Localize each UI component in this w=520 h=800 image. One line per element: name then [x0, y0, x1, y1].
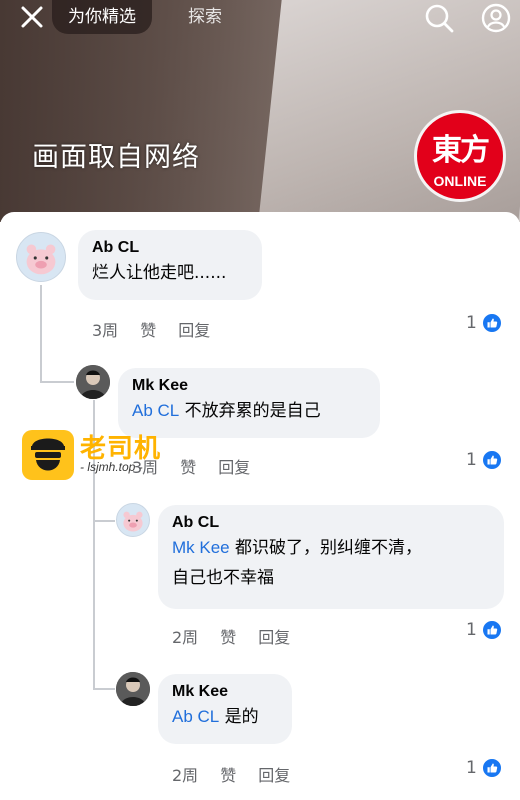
mention-link[interactable]: Ab CL [132, 401, 179, 420]
comment-meta: 2周 赞 回复 [172, 624, 312, 648]
reaction-number: 1 [466, 450, 477, 470]
reply-button[interactable]: 回复 [258, 766, 290, 785]
reaction-count[interactable]: 1 [466, 449, 503, 471]
comment-body: 不放弃累的是自己 [184, 401, 321, 421]
like-button[interactable]: 赞 [220, 766, 236, 785]
thumbs-up-icon [480, 449, 503, 471]
logo-chinese-text: 東方 [432, 133, 490, 168]
reply-button[interactable]: 回复 [178, 321, 210, 340]
comment-bubble[interactable]: Mk Kee Ab CL 是的 [158, 674, 292, 744]
video-preview[interactable]: 为你精选 探索 画面取自网络 東方 ONLINE [0, 0, 520, 222]
comment-time: 3周 [92, 321, 119, 340]
reaction-number: 1 [466, 620, 477, 640]
comment-text: Ab CL 是的 [172, 702, 278, 732]
thread-line-main-curve [40, 381, 74, 383]
comment-text-line2: 自己也不幸福 [172, 568, 274, 588]
comment-author[interactable]: Ab CL [172, 513, 490, 533]
comment-body: 是的 [224, 707, 259, 727]
reaction-count[interactable]: 1 [466, 312, 503, 334]
reaction-number: 1 [466, 758, 477, 778]
comment-body: 都识破了，别纠缠不清， [235, 538, 423, 558]
video-caption: 画面取自网络 [32, 142, 200, 173]
like-button[interactable]: 赞 [220, 628, 236, 647]
comment-bubble[interactable]: Ab CL Mk Kee 都识破了，别纠缠不清， 自己也不幸福 [158, 505, 504, 609]
comment-meta: 2周 赞 回复 [172, 762, 312, 786]
thread-line-main [40, 285, 42, 383]
reaction-count[interactable]: 1 [466, 619, 503, 641]
comment-author[interactable]: Mk Kee [172, 682, 278, 702]
reaction-count[interactable]: 1 [466, 757, 503, 779]
comment-bubble[interactable]: Ab CL 烂人让他走吧...... [78, 230, 262, 300]
comment-time: 2周 [172, 766, 199, 785]
comment-author[interactable]: Mk Kee [132, 376, 366, 396]
close-icon[interactable] [18, 3, 46, 31]
avatar[interactable] [116, 503, 150, 537]
search-icon[interactable] [424, 3, 454, 33]
watermark-url: - lsjmh.top - [80, 460, 143, 474]
comment-time: 2周 [172, 628, 199, 647]
reply-button[interactable]: 回复 [258, 628, 290, 647]
thumbs-up-icon [480, 619, 503, 641]
person-avatar-icon [116, 672, 150, 706]
thread-line-reply-2 [93, 688, 115, 690]
logo-online-text: ONLINE [433, 173, 487, 189]
avatar[interactable] [16, 232, 66, 282]
pig-avatar-icon [26, 244, 56, 275]
oriental-daily-logo: 東方 ONLINE [414, 110, 506, 202]
person-avatar-icon [76, 365, 110, 399]
comment-author[interactable]: Ab CL [92, 238, 248, 258]
reaction-number: 1 [466, 313, 477, 333]
avatar[interactable] [76, 365, 110, 399]
profile-icon[interactable] [481, 3, 511, 33]
like-button[interactable]: 赞 [180, 458, 196, 477]
watermark-logo-icon [22, 430, 74, 480]
thumbs-up-icon [480, 312, 503, 334]
thread-line-reply-1 [93, 520, 115, 522]
mention-link[interactable]: Mk Kee [172, 538, 230, 557]
avatar[interactable] [116, 672, 150, 706]
like-button[interactable]: 赞 [140, 321, 156, 340]
mention-link[interactable]: Ab CL [172, 707, 219, 726]
top-bar: 为你精选 探索 [0, 0, 520, 36]
tab-for-you[interactable]: 为你精选 [52, 0, 152, 34]
comment-text: Ab CL 不放弃累的是自己 [132, 396, 366, 426]
tab-explore[interactable]: 探索 [188, 0, 222, 34]
reply-button[interactable]: 回复 [218, 458, 250, 477]
pig-avatar-icon [123, 511, 143, 532]
comment-text: 烂人让他走吧...... [92, 263, 227, 283]
comment-meta: 3周 赞 回复 [92, 317, 232, 341]
thumbs-up-icon [480, 757, 503, 779]
comment-text: Mk Kee 都识破了，别纠缠不清， [172, 533, 490, 563]
